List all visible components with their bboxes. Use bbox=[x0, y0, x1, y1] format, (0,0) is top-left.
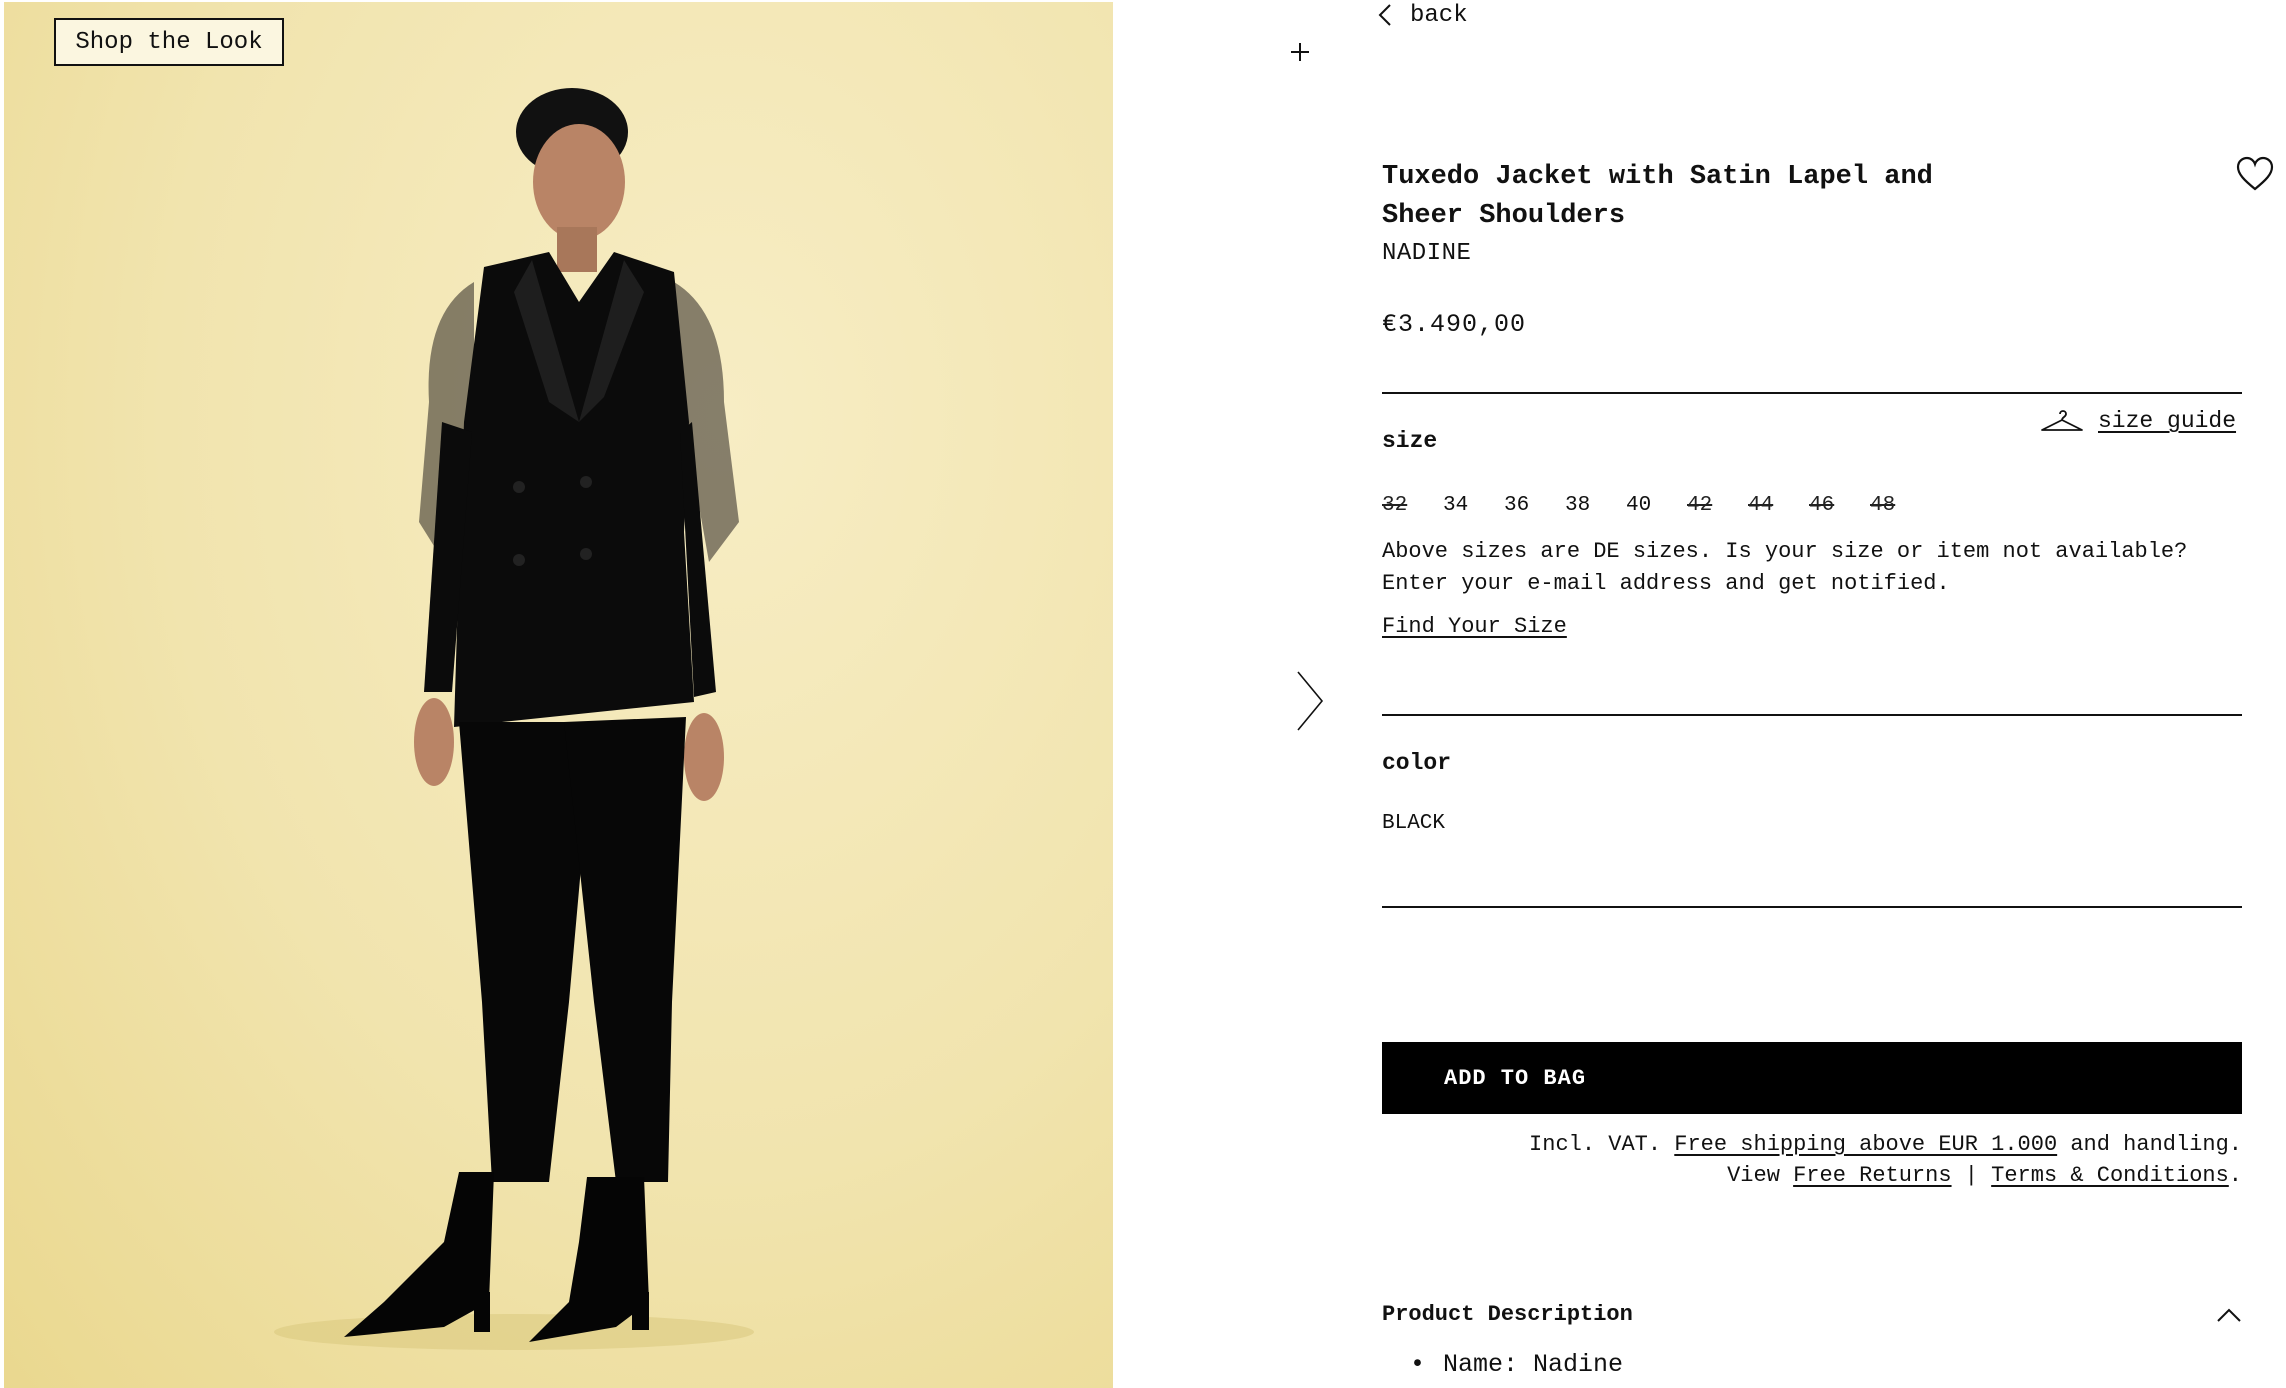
shop-the-look-button[interactable]: Shop the Look bbox=[54, 18, 284, 66]
size-guide-link[interactable]: size guide bbox=[2040, 408, 2236, 434]
description-item-text: Name: Nadine bbox=[1443, 1350, 1624, 1379]
size-option-32[interactable]: 32 bbox=[1382, 494, 1443, 517]
divider bbox=[1382, 714, 2242, 716]
bullet: • bbox=[1410, 1350, 1426, 1379]
product-detail-page: Shop the Look back Tuxedo Jacket with Sa… bbox=[0, 0, 2286, 1388]
view-text: View bbox=[1727, 1163, 1794, 1188]
back-link[interactable]: back bbox=[1378, 0, 1468, 30]
back-label: back bbox=[1410, 1, 1468, 29]
size-guide-label: size guide bbox=[2098, 408, 2237, 434]
size-option-46[interactable]: 46 bbox=[1809, 494, 1870, 517]
product-description-list: • Name: Nadine bbox=[1382, 1350, 1623, 1379]
vat-text: Incl. VAT. bbox=[1529, 1132, 1675, 1157]
price: €3.490,00 bbox=[1382, 310, 1527, 339]
chevron-left-icon bbox=[1378, 4, 1391, 26]
size-option-36[interactable]: 36 bbox=[1504, 494, 1565, 517]
model-illustration bbox=[274, 88, 754, 1350]
returns-info: View Free Returns | Terms & Conditions. bbox=[1382, 1160, 2242, 1192]
period-text: . bbox=[2228, 1163, 2242, 1188]
find-your-size-link[interactable]: Find Your Size bbox=[1382, 614, 1567, 639]
description-item: • Name: Nadine bbox=[1382, 1350, 1623, 1379]
color-value[interactable]: BLACK bbox=[1382, 812, 1445, 835]
size-option-48[interactable]: 48 bbox=[1870, 494, 1931, 517]
product-image[interactable]: Shop the Look bbox=[4, 2, 1113, 1388]
divider bbox=[1382, 906, 2242, 908]
size-option-42[interactable]: 42 bbox=[1687, 494, 1748, 517]
free-shipping-link[interactable]: Free shipping above EUR 1.000 bbox=[1674, 1132, 2057, 1157]
size-option-44[interactable]: 44 bbox=[1748, 494, 1809, 517]
product-description-title: Product Description bbox=[1382, 1302, 1633, 1327]
size-option-40[interactable]: 40 bbox=[1626, 494, 1687, 517]
hanger-icon bbox=[2041, 410, 2083, 431]
separator-text: | bbox=[1951, 1163, 1992, 1188]
chevron-up-icon bbox=[2217, 1308, 2241, 1322]
brand-name: NADINE bbox=[1382, 240, 1472, 267]
heart-icon[interactable] bbox=[2236, 156, 2274, 192]
product-title: Tuxedo Jacket with Satin Lapel and Sheer… bbox=[1382, 162, 1933, 231]
color-label: color bbox=[1382, 750, 1452, 776]
handling-text: and handling. bbox=[2057, 1132, 2242, 1157]
size-options: 32 34 36 38 40 42 44 46 48 bbox=[1382, 494, 1931, 517]
chevron-right-icon[interactable] bbox=[1296, 670, 1324, 732]
size-option-38[interactable]: 38 bbox=[1565, 494, 1626, 517]
terms-link[interactable]: Terms & Conditions bbox=[1991, 1163, 2229, 1188]
free-returns-link[interactable]: Free Returns bbox=[1793, 1163, 1951, 1188]
shipping-info: Incl. VAT. Free shipping above EUR 1.000… bbox=[1382, 1129, 2242, 1161]
size-option-34[interactable]: 34 bbox=[1443, 494, 1504, 517]
size-note: Above sizes are DE sizes. Is your size o… bbox=[1382, 539, 2188, 596]
size-label: size bbox=[1382, 428, 1438, 454]
add-to-bag-button[interactable]: ADD TO BAG bbox=[1382, 1042, 2242, 1114]
plus-icon[interactable] bbox=[1288, 40, 1312, 64]
product-description-toggle[interactable]: Product Description bbox=[1382, 1302, 2242, 1327]
divider bbox=[1382, 392, 2242, 394]
